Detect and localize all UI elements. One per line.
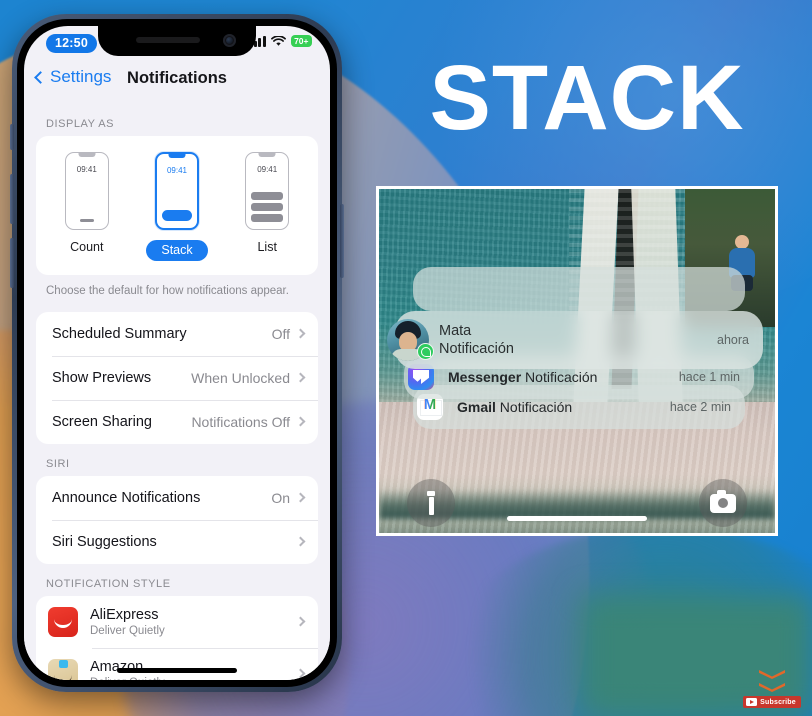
notch — [98, 26, 256, 56]
earpiece-speaker-icon — [136, 37, 200, 43]
app-row-amazon[interactable]: Amazon Deliver Quietly — [36, 647, 318, 680]
app-subtitle: Deliver Quietly — [90, 677, 297, 680]
notification-body: Notificación — [499, 399, 573, 415]
notification-gmail[interactable] — [413, 267, 745, 311]
display-option-stack[interactable]: 09:41 Stack — [146, 152, 208, 261]
iphone-bezel: 12:50 70+ Settings Notifications DISPLAY… — [17, 19, 337, 687]
app-subtitle: Deliver Quietly — [90, 625, 165, 638]
mini-time-count: 09:41 — [76, 165, 97, 174]
notification-whatsapp[interactable]: Mata Notificación ahora — [387, 311, 763, 369]
notification-title: Mata — [439, 322, 472, 339]
notification-stack[interactable]: Mata Notificación ahora Messenger Notifi… — [387, 267, 763, 429]
display-as-footnote: Choose the default for how notifications… — [46, 285, 289, 297]
stack-preview-icon: 09:41 — [154, 152, 199, 230]
row-value: When Unlocked — [191, 369, 290, 386]
mini-notch-icon — [258, 153, 276, 157]
display-option-label-list: List — [257, 240, 277, 254]
chevron-right-icon — [295, 536, 306, 547]
battery-indicator: 70+ — [290, 35, 312, 47]
display-as-picker: 09:41 Count 09:41 Stack 09:41 List — [36, 136, 318, 275]
row-label: Siri Suggestions — [52, 533, 157, 550]
notification-app-name: Gmail — [457, 399, 496, 415]
power-button[interactable] — [340, 204, 344, 278]
iphone-device-frame: 12:50 70+ Settings Notifications DISPLAY… — [10, 14, 344, 692]
camera-icon — [710, 489, 736, 513]
list-preview-icon: 09:41 — [245, 152, 290, 230]
row-value: Off — [271, 325, 290, 342]
section-header-display-as: DISPLAY AS — [46, 118, 115, 130]
display-option-label-count: Count — [70, 240, 104, 254]
silent-switch[interactable] — [10, 124, 14, 150]
display-option-label-stack: Stack — [146, 240, 208, 261]
row-scheduled-summary[interactable]: Scheduled Summary Off — [36, 312, 318, 356]
row-value: Notifications Off — [191, 413, 290, 430]
lockscreen-home-indicator[interactable] — [507, 516, 647, 521]
display-option-count[interactable]: 09:41 Count — [64, 152, 109, 261]
chevron-down-icon — [759, 683, 785, 692]
notification-body: Notificación — [525, 369, 598, 385]
iphone-screen: 12:50 70+ Settings Notifications DISPLAY… — [24, 26, 330, 680]
row-value: On — [271, 489, 290, 506]
notification-time: ahora — [717, 333, 749, 347]
row-announce-notifications[interactable]: Announce Notifications On — [36, 476, 318, 520]
row-siri-suggestions[interactable]: Siri Suggestions — [36, 519, 318, 564]
chevron-right-icon — [295, 616, 306, 627]
notification-time: hace 2 min — [669, 400, 731, 414]
lockscreen-preview: Mata Notificación ahora Messenger Notifi… — [376, 186, 778, 536]
row-label: Scheduled Summary — [52, 325, 187, 342]
row-screen-sharing[interactable]: Screen Sharing Notifications Off — [36, 399, 318, 444]
youtube-play-icon — [746, 698, 758, 706]
flashlight-button[interactable] — [407, 479, 455, 527]
navigation-bar: Settings Notifications — [24, 60, 330, 104]
mini-time-stack: 09:41 — [166, 166, 187, 175]
row-label: Show Previews — [52, 369, 152, 386]
stack-bar — [161, 210, 192, 221]
aliexpress-icon — [48, 606, 78, 637]
app-row-aliexpress[interactable]: AliExpress Deliver Quietly — [36, 596, 318, 648]
display-option-list[interactable]: 09:41 List — [245, 152, 290, 261]
row-label: Announce Notifications — [52, 489, 201, 506]
page-title: Notifications — [127, 69, 227, 87]
wifi-icon — [270, 35, 286, 46]
chevron-right-icon — [295, 416, 306, 427]
count-preview-icon: 09:41 — [64, 152, 109, 230]
chevron-right-icon — [295, 328, 306, 339]
mini-notch-icon — [168, 154, 186, 158]
whatsapp-badge-icon — [417, 343, 434, 360]
chevron-right-icon — [295, 372, 306, 383]
volume-up-button[interactable] — [10, 174, 14, 224]
siri-card: Announce Notifications On Siri Suggestio… — [36, 475, 318, 564]
overlay-title: STACK — [429, 47, 745, 149]
subscribe-label: Subscribe — [760, 698, 796, 706]
screenshot-root: 12:50 70+ Settings Notifications DISPLAY… — [0, 0, 812, 716]
status-indicators: 70+ — [249, 35, 312, 47]
chevron-right-icon — [295, 668, 306, 679]
section-header-siri: SIRI — [46, 457, 70, 470]
screen-recording-time-pill: 12:50 — [46, 34, 97, 54]
notification-time: hace 1 min — [678, 370, 740, 384]
app-name: AliExpress — [90, 607, 159, 624]
list-bars — [251, 192, 284, 222]
subscribe-watermark[interactable]: Subscribe — [736, 658, 808, 714]
chevron-down-icon — [759, 670, 785, 679]
general-settings-card: Scheduled Summary Off Show Previews When… — [36, 311, 318, 444]
volume-down-button[interactable] — [10, 238, 14, 288]
home-indicator[interactable] — [117, 668, 237, 673]
chevron-right-icon — [295, 492, 306, 503]
row-label: Screen Sharing — [52, 413, 152, 430]
notification-app-name: Messenger — [448, 369, 522, 385]
subscribe-button[interactable]: Subscribe — [743, 696, 801, 708]
notification-subtitle: Notificación — [439, 341, 514, 357]
front-camera-icon — [223, 34, 236, 47]
section-header-notification-style: NOTIFICATION STYLE — [46, 577, 171, 590]
row-show-previews[interactable]: Show Previews When Unlocked — [36, 355, 318, 400]
display-as-card: 09:41 Count 09:41 Stack 09:41 List — [36, 136, 318, 275]
flashlight-icon — [426, 491, 436, 515]
mini-notch-icon — [78, 153, 96, 157]
camera-button[interactable] — [699, 479, 747, 527]
mini-time-list: 09:41 — [257, 165, 278, 174]
settings-scroll-area[interactable]: DISPLAY AS 09:41 Count 09:41 Stack 09:41… — [24, 104, 330, 680]
count-bar — [79, 219, 94, 222]
amazon-icon — [48, 658, 78, 680]
